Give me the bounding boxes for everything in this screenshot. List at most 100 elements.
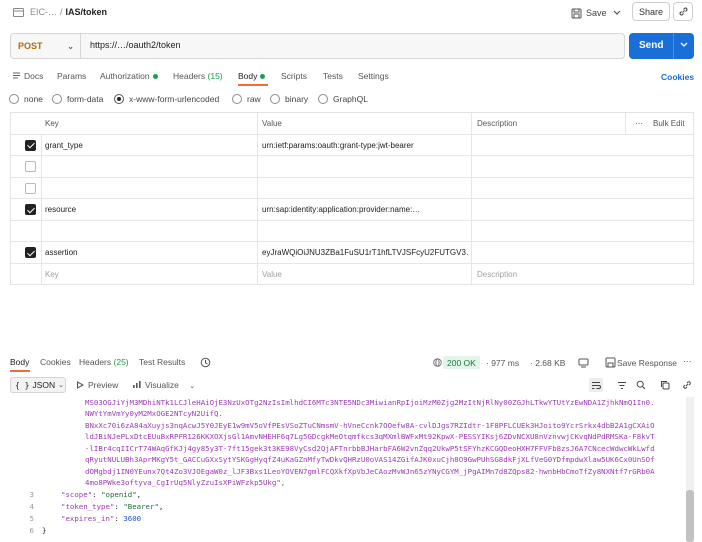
- tab-authorization[interactable]: Authorization: [100, 71, 158, 81]
- new-row-placeholder: Key Value Description: [11, 263, 693, 285]
- tab-headers-label: Headers: [173, 71, 206, 81]
- authorization-status-dot: [152, 74, 158, 80]
- link-icon[interactable]: [680, 378, 694, 392]
- code-line: 4mo8PWke3oftyva_CgIrUq5NlyZzuIsXPiWFzkp5…: [85, 478, 286, 487]
- row-enable-checkbox[interactable]: [25, 247, 36, 258]
- row-key[interactable]: assertion: [45, 242, 253, 263]
- copy-icon[interactable]: [658, 378, 672, 392]
- tab-docs[interactable]: Docs: [12, 71, 43, 81]
- new-key-input[interactable]: Key: [45, 264, 59, 285]
- breadcrumb-separator: /: [60, 7, 63, 17]
- url-input[interactable]: https://…/oauth2/token: [90, 40, 181, 50]
- format-select[interactable]: { } JSON ⌄: [10, 377, 66, 393]
- radio-graphql[interactable]: GraphQL: [318, 94, 368, 104]
- column-divider: [257, 177, 258, 199]
- breadcrumb-workspace[interactable]: EIC-…: [30, 7, 57, 17]
- row-key[interactable]: [45, 221, 253, 242]
- table-header-row: Key Value Description ⋯ Bulk Edit: [11, 113, 693, 135]
- row-value[interactable]: urn:ietf:params:oauth:grant-type:jwt-bea…: [262, 135, 468, 156]
- more-options-icon[interactable]: ⋯: [635, 113, 643, 134]
- response-tab-body[interactable]: Body: [10, 357, 29, 367]
- row-value[interactable]: eyJraWQiOiJNU3ZBa1FuSU1rT1hfLTVJSFcyU2FU…: [262, 242, 468, 263]
- response-tab-test-results[interactable]: Test Results: [139, 357, 185, 367]
- tab-settings[interactable]: Settings: [358, 71, 389, 81]
- radio-binary-label: binary: [285, 94, 309, 104]
- column-divider: [471, 177, 472, 199]
- description-column-header: Description: [477, 119, 518, 128]
- save-icon: [571, 8, 582, 18]
- tab-tests-label: Tests: [323, 71, 343, 81]
- tab-tests[interactable]: Tests: [323, 71, 343, 81]
- row-key[interactable]: resource: [45, 199, 253, 220]
- radio-none[interactable]: none: [9, 94, 43, 104]
- row-enable-checkbox[interactable]: [25, 161, 36, 172]
- row-description[interactable]: [477, 221, 687, 242]
- method-select[interactable]: POST ⌄: [11, 34, 81, 58]
- tab-scripts[interactable]: Scripts: [281, 71, 307, 81]
- response-body-code[interactable]: MS03OGJiYjM3MDhiNTk1LCJleHAiOjE3NzUxOTg2…: [0, 397, 684, 542]
- response-tab-cookies[interactable]: Cookies: [40, 357, 71, 367]
- row-description[interactable]: [477, 135, 687, 156]
- line-number: 3: [29, 490, 34, 499]
- row-description[interactable]: [477, 156, 687, 177]
- preview-button[interactable]: Preview: [76, 380, 118, 390]
- save-options-chevron-down-icon[interactable]: [612, 6, 622, 20]
- history-icon[interactable]: [200, 357, 211, 368]
- new-value-input[interactable]: Value: [262, 264, 282, 285]
- visualize-label: Visualize: [145, 380, 179, 390]
- visualize-chevron-down-icon: ⌄: [189, 383, 196, 390]
- tab-headers[interactable]: Headers (15): [173, 71, 223, 81]
- request-name[interactable]: IAS/token: [66, 7, 108, 17]
- radio-none-circle: [9, 94, 19, 104]
- row-enable-checkbox[interactable]: [25, 204, 36, 215]
- row-description[interactable]: [477, 242, 687, 263]
- code-line: "expires_in": 3600: [61, 514, 142, 523]
- tab-body[interactable]: Body: [238, 71, 266, 81]
- filter-icon[interactable]: [615, 378, 629, 392]
- visualize-button[interactable]: Visualize ⌄: [132, 380, 195, 390]
- row-value[interactable]: [262, 156, 468, 177]
- response-tab-headers[interactable]: Headers (25): [79, 357, 129, 367]
- preview-label: Preview: [88, 380, 119, 390]
- radio-x-www-form-urlencoded[interactable]: x-www-form-urlencoded: [114, 94, 219, 104]
- row-enable-checkbox[interactable]: [25, 182, 36, 194]
- row-description[interactable]: [477, 178, 687, 199]
- row-description[interactable]: [477, 199, 687, 220]
- row-value[interactable]: [262, 221, 468, 242]
- cookies-link[interactable]: Cookies: [661, 72, 694, 82]
- response-format-bar: { } JSON ⌄ Preview Visualize ⌄: [0, 377, 702, 395]
- save-response-button[interactable]: Save Response: [617, 358, 677, 368]
- send-button[interactable]: Send: [629, 33, 694, 59]
- row-key[interactable]: [45, 178, 253, 199]
- more-options-icon[interactable]: ⋯: [683, 356, 692, 367]
- row-key[interactable]: [45, 156, 253, 177]
- radio-binary[interactable]: binary: [270, 94, 308, 104]
- new-description-input[interactable]: Description: [477, 264, 517, 285]
- tab-params[interactable]: Params: [57, 71, 86, 81]
- save-button[interactable]: Save: [571, 6, 607, 20]
- radio-raw[interactable]: raw: [232, 94, 261, 104]
- docs-icon: [13, 72, 20, 79]
- wrap-lines-icon[interactable]: [589, 378, 603, 392]
- send-options-chevron-down-icon[interactable]: [679, 40, 689, 50]
- network-icon[interactable]: [578, 357, 589, 368]
- share-button[interactable]: Share: [632, 2, 670, 21]
- json-key: "token_type": [61, 502, 115, 511]
- row-value[interactable]: [262, 178, 468, 199]
- line-number: 4: [29, 502, 34, 511]
- copy-link-button[interactable]: [673, 2, 693, 21]
- play-icon: [77, 381, 85, 389]
- column-divider: [257, 134, 258, 156]
- row-key[interactable]: grant_type: [45, 135, 253, 156]
- tab-body-label: Body: [238, 71, 258, 81]
- code-scrollbar-thumb[interactable]: [686, 490, 694, 542]
- row-value[interactable]: urn:sap:identity:application:provider:na…: [262, 199, 468, 220]
- bulk-edit-button[interactable]: Bulk Edit: [653, 113, 685, 134]
- radio-form-data[interactable]: form-data: [52, 94, 103, 104]
- row-enable-checkbox[interactable]: [25, 139, 36, 151]
- table-row: assertion eyJraWQiOiJNU3ZBa1FuSU1rT1hfLT…: [11, 242, 693, 264]
- json-braces-icon: { }: [15, 380, 30, 390]
- save-response-icon: [605, 357, 616, 368]
- json-value: "Bearer": [123, 502, 159, 511]
- search-icon[interactable]: [634, 378, 648, 392]
